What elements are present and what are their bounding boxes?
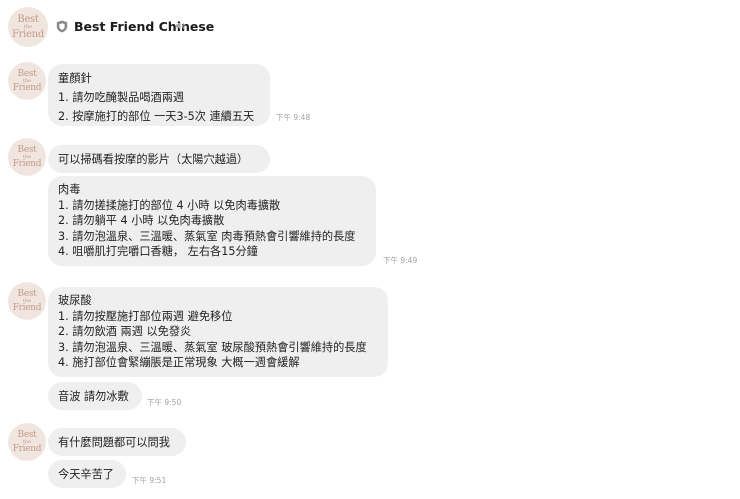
sender-avatar[interactable]: Best the Friend: [8, 282, 46, 320]
chat-title[interactable]: Best Friend Chinese: [74, 19, 214, 34]
speaker-icon[interactable]: [175, 21, 185, 31]
message-line: 3. 請勿泡溫泉、三溫暖、蒸氣室 玻尿酸預熱會引響維持的長度: [58, 340, 367, 354]
message-time: 下午 9:50: [147, 398, 182, 407]
message-time: 下午 9:49: [383, 256, 418, 265]
chat-window: Best the Friend Best Friend Chinese Best…: [0, 0, 740, 499]
message-time: 下午 9:48: [276, 113, 311, 122]
logo-text-friend: Friend: [12, 443, 42, 454]
logo-text-best: Best: [17, 13, 39, 25]
sender-avatar[interactable]: Best the Friend: [8, 62, 46, 100]
message-bubble[interactable]: 肉毒 1. 請勿搓揉施打的部位 4 小時 以免肉毒擴散 2. 請勿躺平 4 小時…: [48, 176, 376, 266]
message-line: 音波 請勿冰敷: [58, 390, 129, 403]
shield-icon: [56, 20, 68, 33]
message-line: 4. 施打部位會緊繃脹是正常現象 大概一週會緩解: [58, 356, 300, 369]
message-line: 2. 請勿飲酒 兩週 以免發炎: [58, 325, 192, 338]
message-line: 可以掃碼看按摩的影片（太陽穴越過）: [58, 153, 249, 166]
logo-text-friend: Friend: [12, 302, 42, 313]
message-time: 下午 9:51: [132, 476, 167, 485]
message-bubble[interactable]: 有什麼問題都可以問我: [48, 428, 186, 456]
message-line: 1. 請勿按壓施打部位兩週 避免移位: [58, 309, 233, 323]
message-line: 童顏針: [58, 72, 92, 85]
message-line: 1. 請勿搓揉施打的部位 4 小時 以免肉毒擴散: [58, 198, 281, 212]
message-line: 今天辛苦了: [58, 468, 114, 481]
logo-text-friend: Friend: [12, 82, 42, 93]
chat-header: Best the Friend Best Friend Chinese: [0, 0, 740, 52]
message-line: 有什麼問題都可以問我: [58, 436, 170, 449]
logo-text-friend: Friend: [12, 28, 44, 40]
message-line: 2. 按摩施打的部位 一天3-5次 連續五天: [58, 110, 255, 123]
message-line: 1. 請勿吃醃製品喝酒兩週: [58, 91, 185, 104]
logo-text-friend: Friend: [12, 158, 42, 169]
message-bubble[interactable]: 可以掃碼看按摩的影片（太陽穴越過）: [48, 145, 270, 173]
message-line: 2. 請勿躺平 4 小時 以免肉毒擴散: [58, 214, 225, 227]
message-bubble[interactable]: 童顏針 1. 請勿吃醃製品喝酒兩週 2. 按摩施打的部位 一天3-5次 連續五天: [48, 64, 270, 126]
message-bubble[interactable]: 玻尿酸 1. 請勿按壓施打部位兩週 避免移位 2. 請勿飲酒 兩週 以免發炎 3…: [48, 287, 388, 377]
message-line: 4. 咀嚼肌打完嚼口香糖， 左右各15分鐘: [58, 245, 258, 258]
sender-avatar[interactable]: Best the Friend: [8, 138, 46, 176]
message-line: 肉毒: [58, 183, 81, 196]
header-avatar[interactable]: Best the Friend: [8, 7, 48, 47]
message-line: 玻尿酸: [58, 294, 92, 307]
message-bubble[interactable]: 今天辛苦了: [48, 460, 126, 488]
message-line: 3. 請勿泡溫泉、三溫暖、蒸氣室 肉毒預熱會引響維持的長度: [58, 229, 356, 243]
sender-avatar[interactable]: Best the Friend: [8, 423, 46, 461]
message-bubble[interactable]: 音波 請勿冰敷: [48, 382, 142, 410]
